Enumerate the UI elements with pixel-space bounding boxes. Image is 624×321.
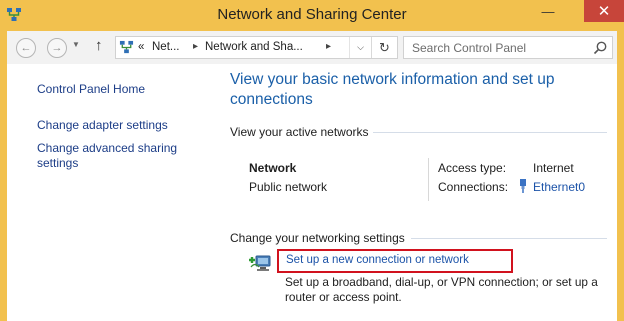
network-sharing-window: Network and Sharing Center — ✕ ← → ▼ ↑ «… [0, 0, 624, 321]
search-icon[interactable] [592, 40, 608, 56]
chevron-down-icon: ⌵ [357, 42, 364, 52]
content-area: Control Panel Home Change adapter settin… [7, 64, 617, 321]
change-settings-title: Change your networking settings [230, 231, 405, 245]
main-pane: View your basic network information and … [230, 64, 617, 321]
refresh-icon: ↻ [379, 39, 390, 55]
sidebar-item-change-adapter-settings[interactable]: Change adapter settings [37, 118, 168, 133]
close-icon: ✕ [597, 3, 611, 20]
ethernet-icon [520, 179, 526, 193]
access-type-label: Access type: [438, 161, 507, 175]
section-divider [373, 132, 607, 133]
search-input[interactable] [404, 37, 590, 58]
active-networks-title: View your active networks [230, 125, 369, 139]
up-button[interactable]: ↑ [95, 37, 103, 54]
back-arrow-icon: ← [20, 42, 32, 54]
window-title: Network and Sharing Center [217, 6, 407, 23]
vertical-divider [428, 158, 429, 201]
forward-button[interactable]: → [47, 38, 67, 58]
ethernet-connection-link[interactable]: Ethernet0 [533, 180, 585, 194]
title-bar[interactable]: Network and Sharing Center — ✕ [0, 0, 624, 31]
sidebar-item-change-advanced-sharing[interactable]: Change advanced sharing settings [37, 141, 197, 171]
breadcrumb-item-network[interactable]: Net... [152, 41, 179, 53]
address-bar[interactable]: « Net... ▸ Network and Sha... ▸ ⌵ ↻ [115, 36, 398, 59]
network-name: Network [249, 161, 297, 175]
connections-label: Connections: [438, 180, 509, 194]
breadcrumb-separator-icon[interactable]: ▸ [193, 41, 198, 52]
forward-arrow-icon: → [51, 42, 63, 54]
setup-description: Set up a broadband, dial-up, or VPN conn… [285, 275, 598, 304]
network-location-icon [119, 40, 134, 54]
navigation-bar: ← → ▼ ↑ « Net... ▸ Network and Sha... ▸ … [7, 31, 617, 64]
minimize-icon: — [541, 3, 555, 19]
back-button[interactable]: ← [16, 38, 36, 58]
recent-locations-button[interactable]: ▼ [72, 40, 80, 49]
section-divider [411, 238, 607, 239]
refresh-button[interactable]: ↻ [371, 37, 397, 58]
access-type-value: Internet [533, 161, 574, 175]
close-button[interactable]: ✕ [584, 0, 624, 22]
page-heading: View your basic network information and … [230, 71, 555, 108]
setup-link-highlight: Set up a new connection or network [277, 249, 513, 273]
up-arrow-icon: ↑ [95, 37, 103, 54]
breadcrumb-separator-icon[interactable]: ▸ [326, 41, 331, 52]
chevron-down-icon: ▼ [72, 40, 80, 49]
address-history-button[interactable]: ⌵ [349, 37, 371, 58]
setup-new-connection-link[interactable]: Set up a new connection or network [286, 254, 469, 266]
breadcrumb-overflow[interactable]: « [138, 41, 144, 53]
breadcrumb-item-current[interactable]: Network and Sha... [205, 41, 303, 53]
sidebar-item-control-panel-home[interactable]: Control Panel Home [37, 82, 145, 97]
search-box[interactable] [403, 36, 613, 59]
minimize-button[interactable]: — [534, 0, 562, 22]
network-category: Public network [249, 180, 328, 194]
new-connection-icon [249, 255, 271, 271]
active-network-panel: Network Public network Access type: Inte… [230, 152, 613, 205]
